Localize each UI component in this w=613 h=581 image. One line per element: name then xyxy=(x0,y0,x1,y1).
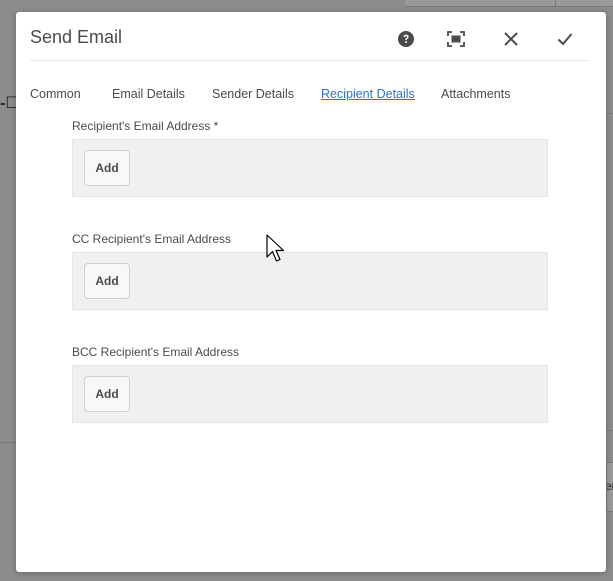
background-divider xyxy=(606,113,613,114)
bcc-email-multifield: Add xyxy=(72,365,548,423)
fullscreen-button[interactable] xyxy=(442,25,470,53)
add-bcc-button[interactable]: Add xyxy=(84,376,130,412)
add-recipient-button[interactable]: Add xyxy=(84,150,130,186)
bcc-email-label: BCC Recipient's Email Address xyxy=(72,345,240,359)
tab-sender-details[interactable]: Sender Details xyxy=(212,87,294,107)
header-divider xyxy=(30,60,590,61)
done-button[interactable] xyxy=(551,25,579,53)
close-icon xyxy=(504,32,518,46)
background-divider xyxy=(0,442,16,443)
background-connector-icon: -☐ xyxy=(0,95,20,112)
background-toolbar-fragment xyxy=(405,0,613,7)
tab-common[interactable]: Common xyxy=(30,87,81,107)
tab-email-details[interactable]: Email Details xyxy=(112,87,185,107)
check-icon xyxy=(557,33,573,46)
cc-email-label: CC Recipient's Email Address xyxy=(72,232,232,246)
tab-recipient-details[interactable]: Recipient Details xyxy=(321,87,415,107)
background-divider xyxy=(606,430,613,431)
fullscreen-icon xyxy=(447,31,465,47)
mouse-cursor-icon xyxy=(266,234,285,262)
dialog-title: Send Email xyxy=(30,27,123,47)
help-icon xyxy=(398,31,414,47)
help-button[interactable] xyxy=(392,25,420,53)
add-cc-button[interactable]: Add xyxy=(84,263,130,299)
cc-email-multifield: Add xyxy=(72,252,548,310)
recipient-email-multifield: Add xyxy=(72,139,548,197)
recipient-email-label: Recipient's Email Address * xyxy=(72,119,219,133)
tab-attachments[interactable]: Attachments xyxy=(441,87,510,107)
background-button-fragment: er xyxy=(606,462,613,512)
close-button[interactable] xyxy=(497,25,525,53)
send-email-dialog: Send Email Common Email Details Sender D… xyxy=(16,12,606,572)
